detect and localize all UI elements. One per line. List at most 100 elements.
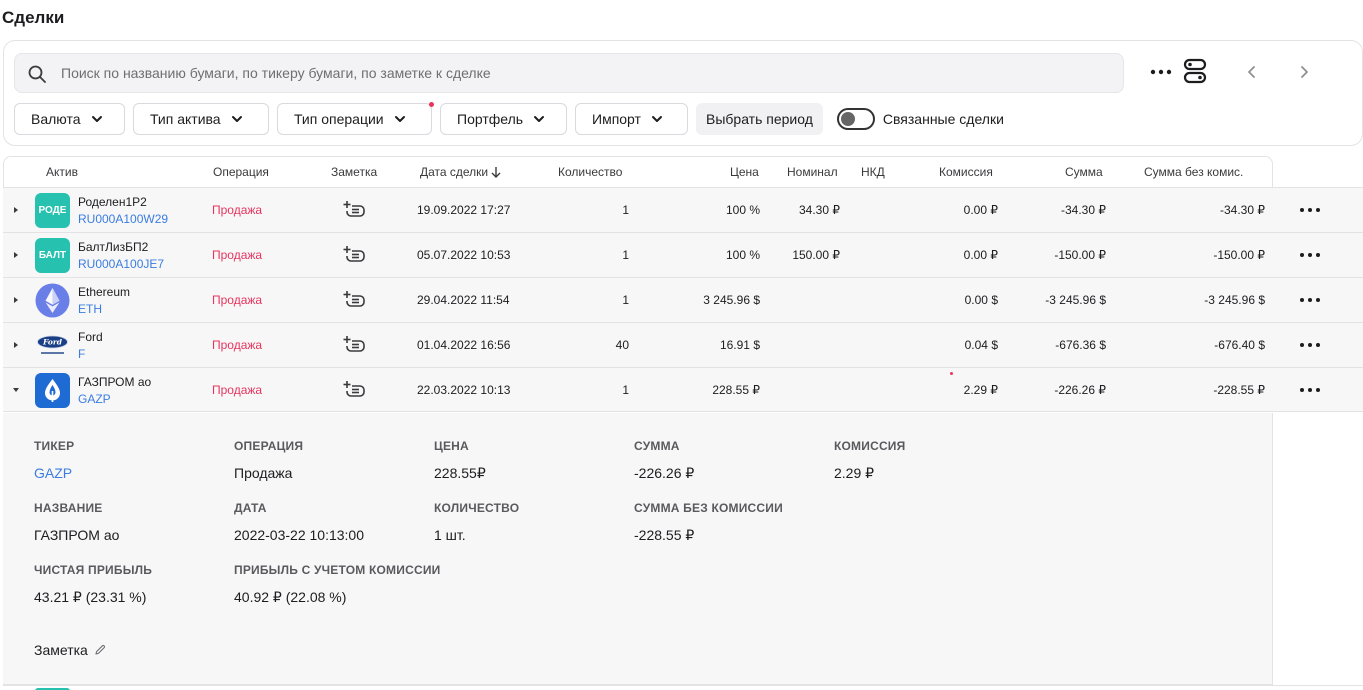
col-price[interactable]: Цена bbox=[730, 165, 759, 179]
row-more-button[interactable] bbox=[1295, 368, 1325, 412]
active-filter-dot bbox=[429, 102, 434, 107]
chevron-down-icon bbox=[534, 116, 545, 122]
asset-ticker-link[interactable]: RU000A100JE7 bbox=[78, 257, 164, 271]
commission-cell: 0.00 ₽ bbox=[963, 203, 998, 217]
quantity-cell: 1 bbox=[622, 248, 629, 262]
import-filter-label: Импорт bbox=[592, 111, 641, 127]
asset-logo: БАЛТ bbox=[35, 238, 70, 273]
operation-type-filter[interactable]: Тип операции bbox=[277, 102, 434, 135]
select-period-button[interactable]: Выбрать период bbox=[696, 103, 823, 135]
col-date[interactable]: Дата сделки bbox=[420, 165, 501, 179]
col-nkd[interactable]: НКД bbox=[861, 165, 885, 179]
asset-ticker-link[interactable]: GAZP bbox=[78, 392, 111, 406]
detail-name-label: НАЗВАНИЕ bbox=[34, 501, 103, 515]
detail-ticker-link[interactable]: GAZP bbox=[34, 465, 72, 481]
add-note-button[interactable] bbox=[341, 188, 367, 232]
nominal-cell: 150.00 ₽ bbox=[792, 248, 840, 262]
portfolio-filter[interactable]: Портфель bbox=[440, 103, 567, 135]
table-row[interactable]: РОДЕ Роделен1Р2 RU000A100W29 Продажа 19.… bbox=[3, 187, 1363, 232]
linked-deals-label: Связанные сделки bbox=[882, 111, 1004, 127]
add-note-button[interactable] bbox=[341, 278, 367, 322]
add-note-button[interactable] bbox=[341, 233, 367, 277]
expand-row-button[interactable] bbox=[11, 278, 21, 322]
table-row[interactable]: Ethereum ETH Продажа 29.04.2022 11:54 1 … bbox=[3, 277, 1363, 322]
table-row-expanded[interactable]: ГАЗПРОМ ао GAZP Продажа 22.03.2022 10:13… bbox=[3, 367, 1363, 412]
table-row[interactable]: БАЛТ БалтЛизБП2 RU000A100JE7 Продажа 05.… bbox=[3, 232, 1363, 277]
note-edit[interactable]: Заметка bbox=[34, 642, 106, 658]
next-page-button[interactable] bbox=[1290, 58, 1318, 86]
col-quantity[interactable]: Количество bbox=[558, 165, 622, 179]
detail-date-label: ДАТА bbox=[234, 501, 267, 515]
price-cell: 100 % bbox=[725, 248, 760, 262]
chevron-down-icon bbox=[394, 116, 405, 122]
operation-cell: Продажа bbox=[212, 293, 263, 307]
more-options-button[interactable] bbox=[1147, 58, 1175, 86]
linked-deals-toggle-wrap: Связанные сделки bbox=[836, 108, 1004, 130]
col-commission[interactable]: Комиссия bbox=[939, 165, 993, 179]
detail-quantity: 1 шт. bbox=[434, 527, 466, 543]
sum-wo-cell: -150.00 ₽ bbox=[1213, 248, 1265, 262]
col-date-label: Дата сделки bbox=[420, 165, 489, 179]
chevron-down-icon bbox=[231, 116, 242, 122]
collapse-arrow-icon bbox=[13, 388, 19, 392]
collapse-row-button[interactable] bbox=[11, 368, 21, 412]
expand-arrow-icon bbox=[14, 252, 18, 258]
more-horizontal-icon bbox=[1150, 69, 1172, 75]
currency-filter[interactable]: Валюта bbox=[14, 103, 125, 135]
asset-logo-text: Ford bbox=[42, 338, 63, 347]
asset-type-filter[interactable]: Тип актива bbox=[133, 103, 269, 135]
col-nominal[interactable]: Номинал bbox=[787, 165, 838, 179]
table-row[interactable]: Ford Ford F Продажа 01.04.2022 16:56 40 … bbox=[3, 322, 1363, 367]
asset-ticker-link[interactable]: ETH bbox=[78, 302, 102, 316]
detail-sum-wo: -228.55 ₽ bbox=[634, 527, 695, 543]
expand-row-button[interactable] bbox=[11, 188, 21, 232]
price-cell: 3 245.96 $ bbox=[703, 293, 760, 307]
filter-panel: Валюта Тип актива Тип операции Портфель … bbox=[3, 40, 1363, 146]
date-cell: 05.07.2022 10:53 bbox=[417, 248, 511, 262]
linked-deals-toggle[interactable] bbox=[836, 108, 875, 130]
add-note-button[interactable] bbox=[341, 323, 367, 367]
more-horizontal-icon bbox=[1300, 253, 1320, 257]
deal-details-panel: ТИКЕР GAZP ОПЕРАЦИЯ Продажа ЦЕНА 228.55₽… bbox=[3, 413, 1273, 685]
search-box[interactable] bbox=[14, 53, 1124, 93]
col-sum[interactable]: Сумма bbox=[1065, 165, 1103, 179]
operation-cell: Продажа bbox=[212, 248, 263, 262]
search-input[interactable] bbox=[61, 54, 1111, 92]
quantity-cell: 40 bbox=[615, 338, 629, 352]
prev-page-button[interactable] bbox=[1238, 58, 1266, 86]
row-more-button[interactable] bbox=[1295, 188, 1325, 232]
col-operation[interactable]: Операция bbox=[213, 165, 269, 179]
asset-ticker-link[interactable]: F bbox=[78, 347, 85, 361]
expand-row-button[interactable] bbox=[11, 323, 21, 367]
row-more-button[interactable] bbox=[1295, 323, 1325, 367]
detail-price: 228.55₽ bbox=[434, 465, 486, 481]
more-horizontal-icon bbox=[1300, 298, 1320, 302]
asset-ticker-link[interactable]: RU000A100W29 bbox=[78, 212, 168, 226]
price-cell: 228.55 ₽ bbox=[712, 383, 760, 397]
page-title: Сделки bbox=[2, 8, 65, 27]
view-toggle-button[interactable] bbox=[1181, 57, 1209, 85]
date-cell: 01.04.2022 16:56 bbox=[417, 338, 511, 352]
row-more-button[interactable] bbox=[1295, 233, 1325, 277]
col-note[interactable]: Заметка bbox=[331, 165, 377, 179]
row-more-button[interactable] bbox=[1295, 278, 1325, 322]
col-asset[interactable]: Актив bbox=[46, 165, 78, 179]
detail-operation: Продажа bbox=[234, 465, 293, 481]
ford-logo-icon: Ford bbox=[37, 335, 68, 354]
detail-commission: 2.29 ₽ bbox=[834, 465, 875, 481]
col-sum-wo-commission[interactable]: Сумма без комис. bbox=[1144, 165, 1243, 179]
chevron-down-icon bbox=[651, 116, 662, 122]
date-cell: 22.03.2022 10:13 bbox=[417, 383, 511, 397]
expand-row-button[interactable] bbox=[11, 233, 21, 277]
nominal-cell: 34.30 ₽ bbox=[799, 203, 840, 217]
add-note-icon bbox=[343, 201, 365, 217]
currency-filter-label: Валюта bbox=[31, 111, 81, 127]
date-cell: 29.04.2022 11:54 bbox=[417, 293, 510, 307]
note-label: Заметка bbox=[34, 642, 88, 658]
add-note-button[interactable] bbox=[341, 368, 367, 412]
gazprom-logo-icon bbox=[45, 379, 60, 402]
add-note-icon bbox=[343, 381, 365, 397]
import-filter[interactable]: Импорт bbox=[575, 103, 688, 135]
detail-sum-label: СУММА bbox=[634, 439, 680, 453]
asset-logo-text: БАЛТ bbox=[38, 250, 67, 261]
